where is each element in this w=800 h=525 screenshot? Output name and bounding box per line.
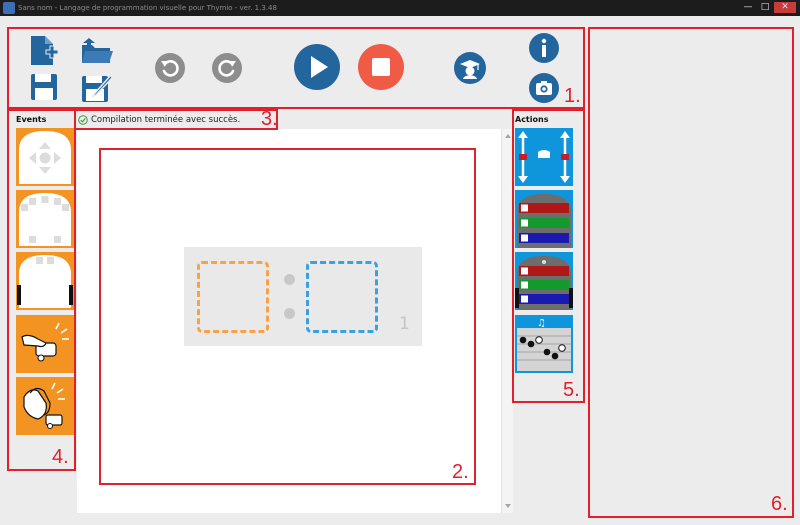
annotation-number-4: 4. xyxy=(52,446,69,468)
annotation-zone-6 xyxy=(588,27,794,518)
app-icon xyxy=(3,2,15,14)
annotation-number-3: 3. xyxy=(261,108,278,130)
annotation-zone-2 xyxy=(99,148,476,485)
annotation-zone-4 xyxy=(7,109,76,471)
close-button[interactable]: ✕ xyxy=(774,2,796,13)
annotation-number-1: 1. xyxy=(564,85,581,107)
maximize-button[interactable]: □ xyxy=(757,2,773,13)
scroll-up-icon[interactable] xyxy=(505,134,511,138)
window-title: Sans nom - Langage de programmation visu… xyxy=(18,4,277,12)
annotation-number-2: 2. xyxy=(452,461,469,483)
annotation-zone-3 xyxy=(74,109,278,130)
title-bar: Sans nom - Langage de programmation visu… xyxy=(0,0,800,16)
annotation-zone-1 xyxy=(7,27,585,109)
annotation-number-6: 6. xyxy=(771,493,788,515)
scroll-down-icon[interactable] xyxy=(505,504,511,508)
annotation-zone-5 xyxy=(512,109,585,403)
annotation-number-5: 5. xyxy=(563,379,580,401)
minimize-button[interactable]: — xyxy=(740,2,756,13)
